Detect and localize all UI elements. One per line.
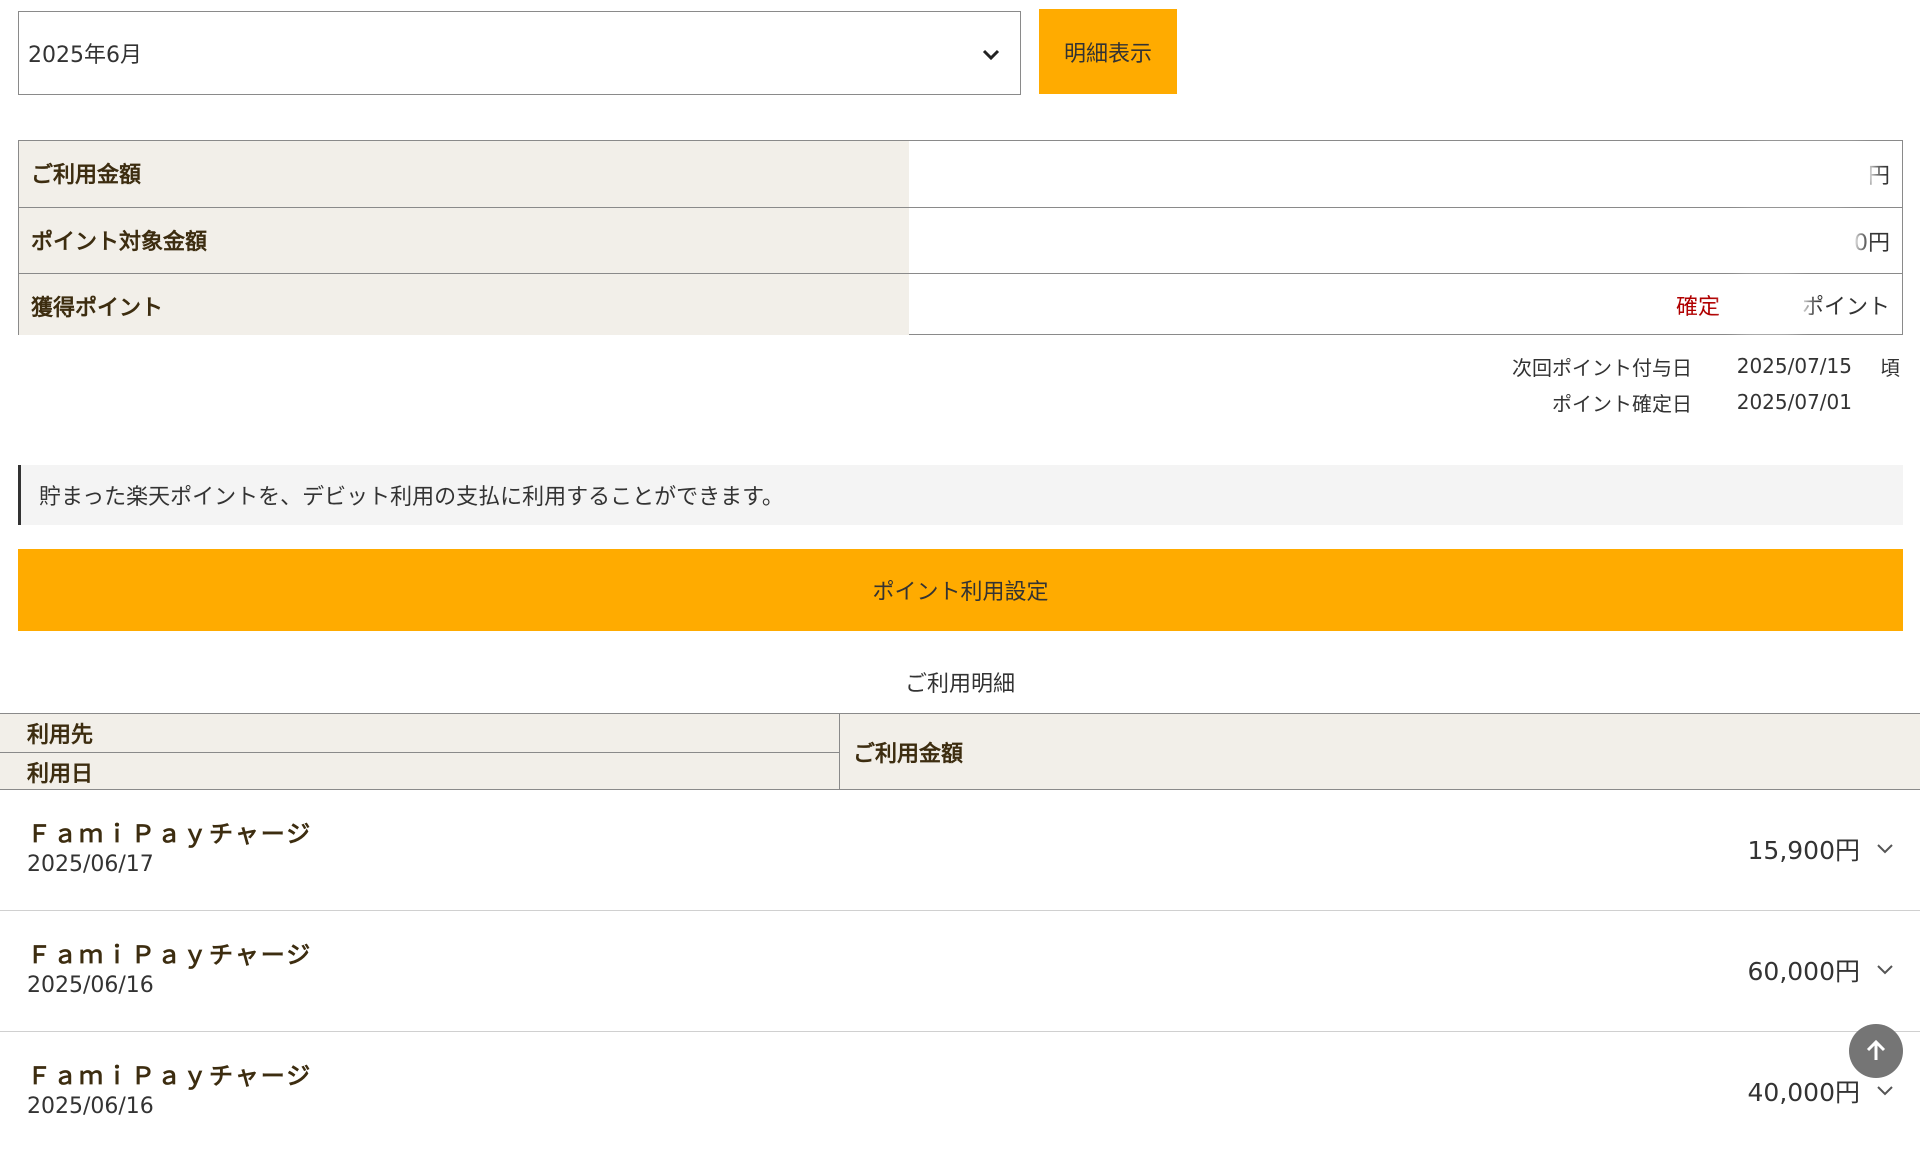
summary-label: ご利用金額 [19,141,909,207]
summary-value: 確定 ポイント [909,274,1902,335]
summary-value-text: 円 [1867,164,1890,189]
summary-label: 獲得ポイント [19,274,909,335]
summary-value: 円 [909,141,1902,207]
transaction-amount: 60,000円 [1747,957,1860,986]
header-left: 利用先 利用日 [0,714,840,789]
transaction-date: 2025/06/16 [27,973,154,998]
header-date: 利用日 [0,752,839,790]
transaction-amount: 40,000円 [1747,1078,1860,1107]
transaction-merchant: ＦａｍｉＰａｙチャージ [27,941,313,969]
transaction-row[interactable]: ＦａｍｉＰａｙチャージ 2025/06/16 40,000円 [0,1032,1920,1153]
show-details-button[interactable]: 明細表示 [1039,9,1177,94]
summary-value-text: 0円 [1854,230,1890,256]
summary-label: ポイント対象金額 [19,208,909,273]
point-notice: 貯まった楽天ポイントを、デビット利用の支払に利用することができます。 [18,465,1903,525]
details-title: ご利用明細 [904,672,1015,697]
transaction-row[interactable]: ＦａｍｉＰａｙチャージ 2025/06/17 15,900円 [0,790,1920,911]
transaction-date: 2025/06/16 [27,1094,154,1119]
header-merchant: 利用先 [27,723,94,748]
details-table-header: 利用先 利用日 ご利用金額 [0,713,1920,790]
summary-value-text: ポイント [1801,294,1890,320]
chevron-down-icon[interactable] [1874,1079,1896,1101]
summary-table: ご利用金額 円 ポイント対象金額 0円 獲得ポイント 確定 ポイント [18,140,1903,335]
transaction-merchant: ＦａｍｉＰａｙチャージ [27,1062,313,1090]
next-grant-date: 2025/07/15 [1736,354,1852,378]
chevron-down-icon [982,49,1000,61]
confirm-date: 2025/07/01 [1736,390,1852,414]
summary-row-usage: ご利用金額 円 [19,141,1902,207]
chevron-down-icon[interactable] [1874,958,1896,980]
next-grant-suffix: 頃 [1880,355,1900,380]
transaction-merchant: ＦａｍｉＰａｙチャージ [27,820,313,848]
summary-value: 0円 [909,208,1902,273]
transaction-row[interactable]: ＦａｍｉＰａｙチャージ 2025/06/16 60,000円 [0,911,1920,1032]
scroll-top-button[interactable] [1849,1024,1903,1078]
next-grant-label: 次回ポイント付与日 [1512,355,1692,380]
masked-value [1747,156,1868,192]
month-select[interactable]: 2025年6月 [18,11,1021,95]
transaction-date: 2025/06/17 [27,852,154,877]
summary-row-earned-points: 獲得ポイント 確定 ポイント [19,273,1902,335]
point-setting-button[interactable]: ポイント利用設定 [18,549,1903,631]
summary-row-point-target: ポイント対象金額 0円 [19,207,1902,273]
next-grant-line: 次回ポイント付与日 2025/07/15 頃 [1472,348,1900,384]
confirm-line: ポイント確定日 2025/07/01 [1472,384,1900,420]
month-select-value: 2025年6月 [28,43,142,68]
arrow-up-icon [1866,1039,1886,1060]
masked-value [1731,286,1802,323]
masked-value [1734,222,1854,259]
confirm-label: ポイント確定日 [1552,391,1692,416]
transaction-amount: 15,900円 [1747,836,1860,865]
chevron-down-icon[interactable] [1874,837,1896,859]
point-dates: 次回ポイント付与日 2025/07/15 頃 ポイント確定日 2025/07/0… [1472,348,1900,420]
points-status: 確定 [1675,294,1720,320]
header-amount: ご利用金額 [853,741,964,767]
